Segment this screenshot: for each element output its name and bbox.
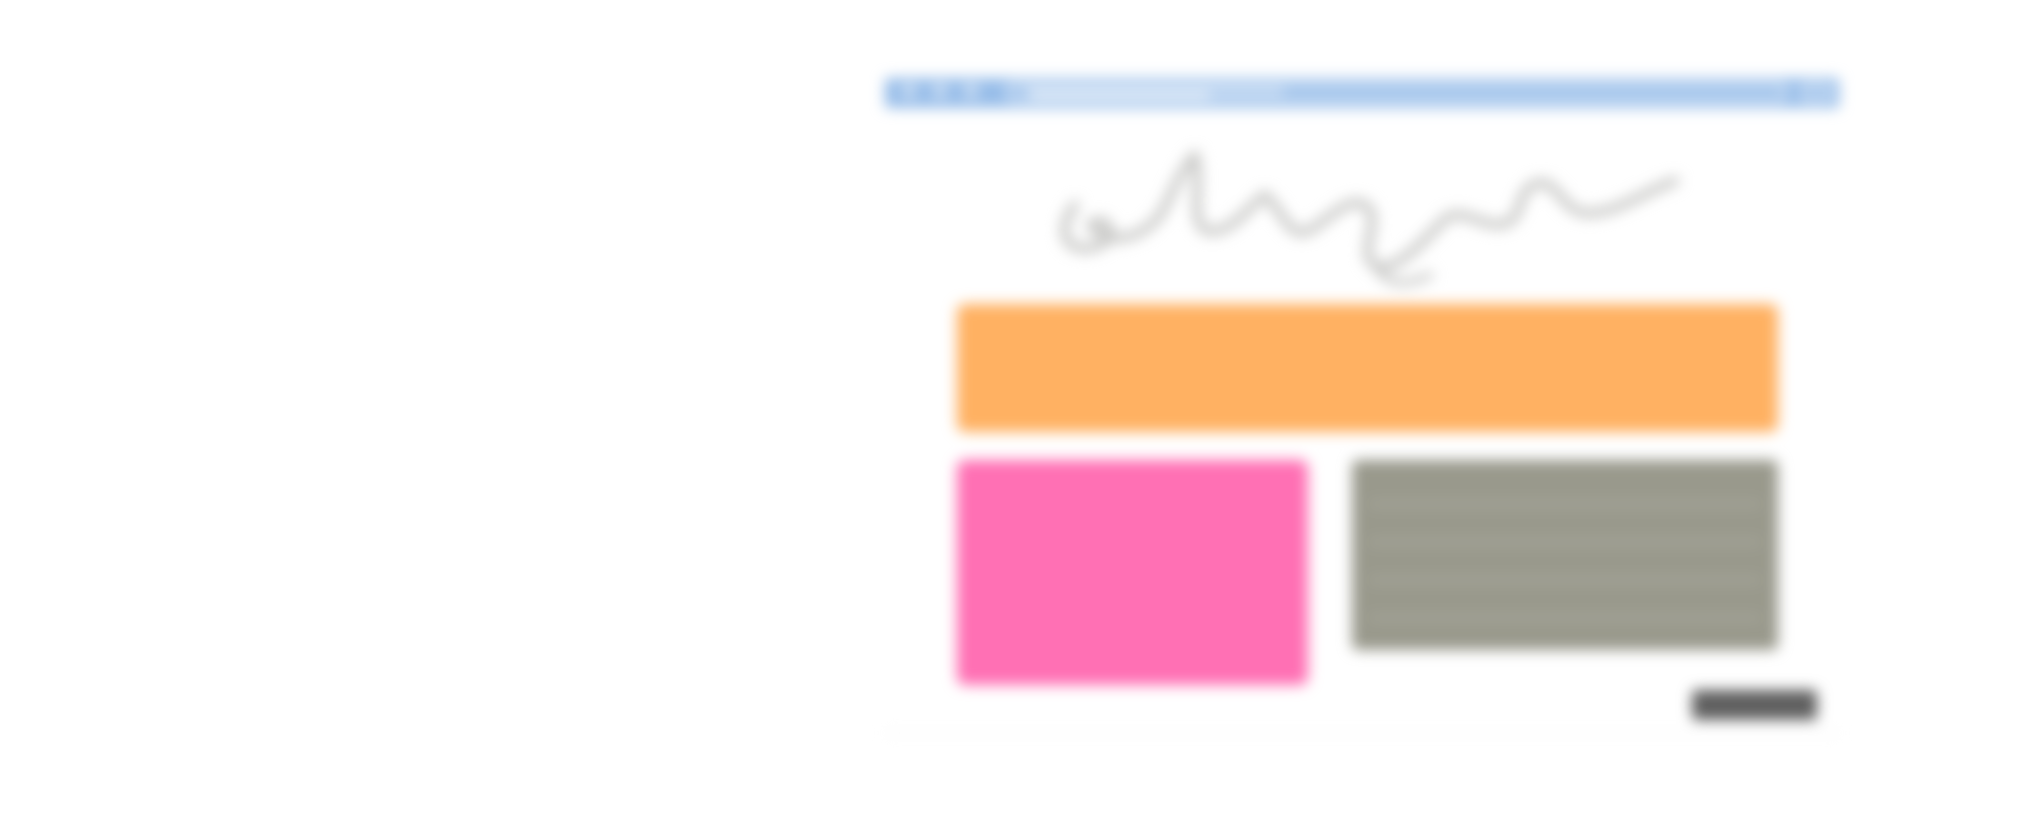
content-block — [1352, 460, 1778, 650]
minimize-dot-icon[interactable] — [933, 85, 947, 97]
text-line — [1368, 538, 1762, 546]
browser-toolbar — [885, 78, 1839, 108]
image-placeholder — [957, 460, 1308, 685]
hero-block — [957, 304, 1778, 432]
address-scribble — [1030, 94, 1210, 97]
text-line — [1368, 576, 1762, 584]
wireframe-sketch — [0, 0, 2044, 837]
address-bar[interactable] — [1007, 83, 1787, 101]
maximize-dot-icon[interactable] — [964, 85, 978, 97]
close-dot-icon[interactable] — [902, 85, 916, 97]
logo-stroke — [1060, 150, 1680, 272]
frame-edge — [885, 732, 1839, 734]
action-button[interactable] — [1692, 690, 1817, 720]
address-scribble — [1024, 90, 1284, 93]
handwritten-logo-signature — [1060, 150, 1680, 286]
text-line — [1368, 614, 1762, 622]
tab-icon[interactable] — [1802, 84, 1830, 101]
text-line — [1368, 500, 1762, 508]
